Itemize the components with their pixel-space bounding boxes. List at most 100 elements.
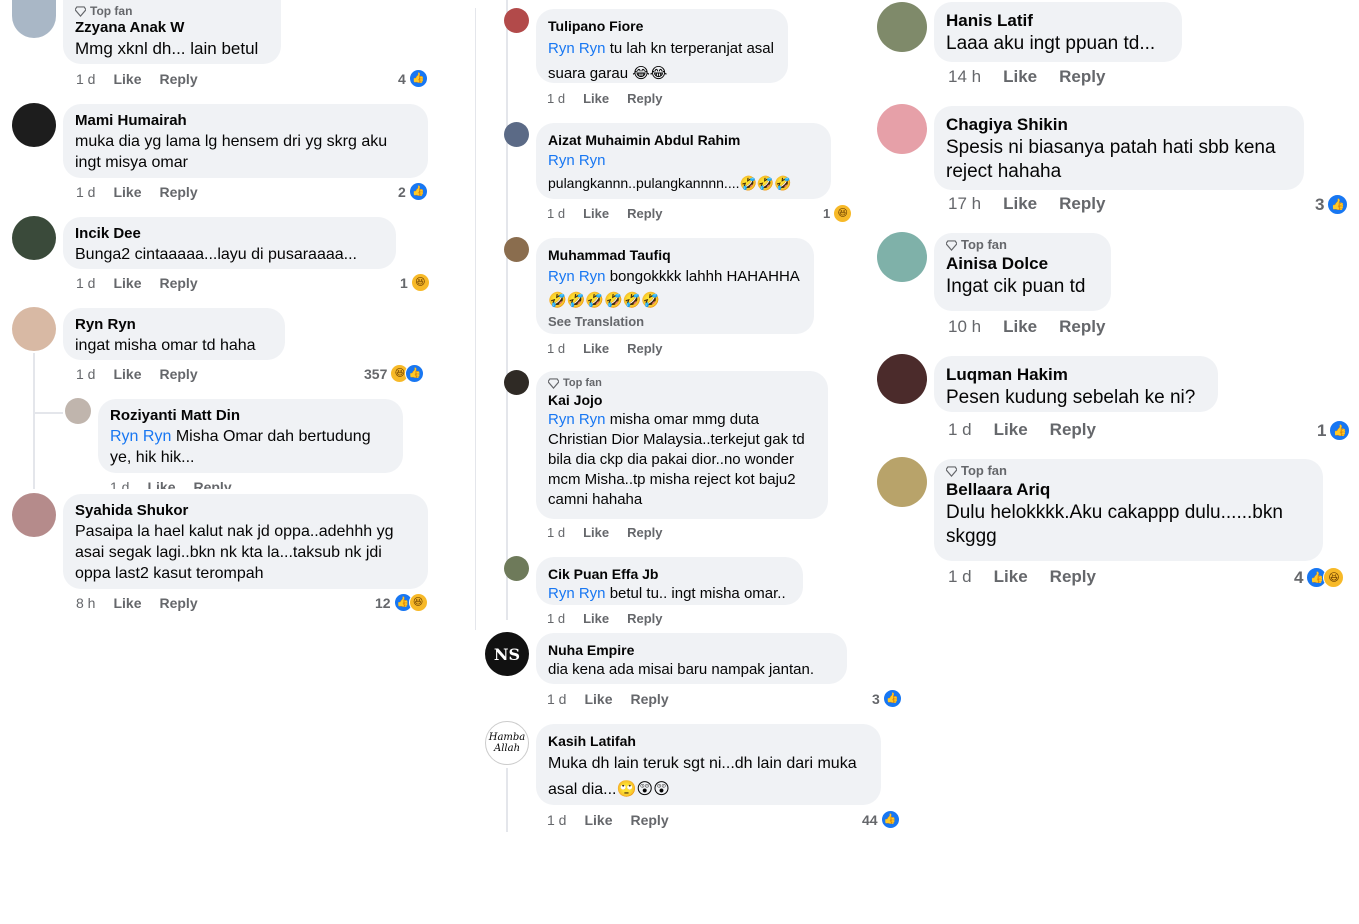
avatar[interactable]: NS [485, 632, 529, 676]
commenter-name[interactable]: Chagiya Shikin [946, 113, 1292, 136]
avatar[interactable] [12, 307, 56, 351]
like-button[interactable]: Like [583, 205, 609, 223]
like-button[interactable]: Like [583, 610, 609, 628]
like-button[interactable]: Like [583, 340, 609, 358]
like-button[interactable]: Like [583, 90, 609, 108]
timestamp[interactable]: 1 d [76, 183, 95, 201]
avatar[interactable] [877, 2, 927, 52]
like-button[interactable]: Like [113, 183, 141, 201]
like-button[interactable]: Like [113, 594, 141, 612]
reaction-count[interactable]: 2 👍 [398, 182, 428, 201]
avatar[interactable] [12, 103, 56, 147]
avatar[interactable] [504, 237, 529, 262]
mention-link[interactable]: Ryn Ryn [548, 40, 606, 57]
timestamp[interactable]: 1 d [547, 811, 566, 829]
like-button[interactable]: Like [1003, 68, 1037, 86]
timestamp[interactable]: 1 d [547, 340, 565, 358]
like-button[interactable]: Like [113, 70, 141, 88]
commenter-name[interactable]: Zzyana Anak W [75, 18, 269, 38]
timestamp[interactable]: 1 d [547, 205, 565, 223]
avatar[interactable] [12, 0, 56, 38]
like-button[interactable]: Like [113, 365, 141, 383]
reply-button[interactable]: Reply [627, 205, 662, 223]
reply-button[interactable]: Reply [630, 690, 668, 708]
commenter-name[interactable]: Syahida Shukor [75, 501, 416, 521]
mention-link[interactable]: Ryn Ryn [548, 150, 819, 171]
like-button[interactable]: Like [1003, 318, 1037, 336]
see-translation-link[interactable]: See Translation [548, 313, 802, 331]
avatar[interactable] [877, 232, 927, 282]
reaction-count[interactable]: 4 👍 [398, 69, 428, 88]
reply-button[interactable]: Reply [159, 274, 197, 292]
timestamp[interactable]: 1 d [948, 421, 972, 439]
commenter-name[interactable]: Incik Dee [75, 224, 384, 244]
avatar[interactable] [65, 398, 91, 424]
timestamp[interactable]: 10 h [948, 318, 981, 336]
avatar[interactable] [504, 370, 529, 395]
reply-button[interactable]: Reply [1050, 421, 1096, 439]
avatar[interactable] [12, 493, 56, 537]
reply-button[interactable]: Reply [1059, 318, 1105, 336]
reaction-count[interactable]: 1 😆 [400, 273, 430, 292]
timestamp[interactable]: 1 d [547, 610, 565, 628]
reaction-count[interactable]: 357 😆 👍 [364, 364, 425, 383]
reply-button[interactable]: Reply [627, 340, 662, 358]
mention-link[interactable]: Ryn Ryn [110, 428, 171, 445]
commenter-name[interactable]: Kai Jojo [548, 390, 816, 410]
reaction-count[interactable]: 12 👍 😆 [375, 593, 428, 612]
commenter-name[interactable]: Muhammad Taufiq [548, 245, 802, 265]
commenter-name[interactable]: Luqman Hakim [946, 363, 1206, 386]
commenter-name[interactable]: Hanis Latif [946, 9, 1170, 32]
reaction-count[interactable]: 3 👍 [1315, 194, 1349, 215]
commenter-name[interactable]: Kasih Latifah [548, 731, 869, 751]
reaction-count[interactable]: 4 👍 😆 [1294, 567, 1345, 588]
reply-button[interactable]: Reply [159, 70, 197, 88]
avatar[interactable] [877, 104, 927, 154]
reply-button[interactable]: Reply [159, 183, 197, 201]
mention-link[interactable]: Ryn Ryn [548, 411, 606, 428]
commenter-name[interactable]: Ainisa Dolce [946, 252, 1099, 275]
avatar[interactable] [12, 216, 56, 260]
timestamp[interactable]: 1 d [547, 90, 565, 108]
like-button[interactable]: Like [994, 421, 1028, 439]
commenter-name[interactable]: Nuha Empire [548, 640, 835, 660]
reply-button[interactable]: Reply [159, 365, 197, 383]
reply-button[interactable]: Reply [1059, 195, 1105, 213]
commenter-name[interactable]: Tulipano Fiore [548, 16, 776, 36]
avatar[interactable] [877, 457, 927, 507]
avatar[interactable]: Hamba Allah [485, 721, 529, 765]
timestamp[interactable]: 1 d [948, 568, 972, 586]
reply-button[interactable]: Reply [627, 90, 662, 108]
reaction-count[interactable]: 1 😆 [823, 204, 853, 223]
reply-button[interactable]: Reply [630, 811, 668, 829]
avatar[interactable] [504, 556, 529, 581]
commenter-name[interactable]: Ryn Ryn [75, 315, 273, 335]
like-button[interactable]: Like [583, 524, 609, 542]
reply-button[interactable]: Reply [1059, 68, 1105, 86]
timestamp[interactable]: 14 h [948, 68, 981, 86]
timestamp[interactable]: 1 d [110, 478, 129, 489]
like-button[interactable]: Like [1003, 195, 1037, 213]
commenter-name[interactable]: Cik Puan Effa Jb [548, 564, 791, 584]
timestamp[interactable]: 17 h [948, 195, 981, 213]
timestamp[interactable]: 8 h [76, 594, 95, 612]
timestamp[interactable]: 1 d [547, 524, 565, 542]
reply-button[interactable]: Reply [1050, 568, 1096, 586]
mention-link[interactable]: Ryn Ryn [548, 268, 606, 285]
like-button[interactable]: Like [584, 690, 612, 708]
like-button[interactable]: Like [113, 274, 141, 292]
avatar[interactable] [877, 354, 927, 404]
like-button[interactable]: Like [994, 568, 1028, 586]
timestamp[interactable]: 1 d [547, 690, 566, 708]
commenter-name[interactable]: Roziyanti Matt Din [110, 406, 391, 426]
timestamp[interactable]: 1 d [76, 365, 95, 383]
reply-button[interactable]: Reply [193, 478, 231, 489]
timestamp[interactable]: 1 d [76, 70, 95, 88]
reply-button[interactable]: Reply [159, 594, 197, 612]
avatar[interactable] [504, 122, 529, 147]
reply-button[interactable]: Reply [627, 610, 662, 628]
like-button[interactable]: Like [584, 811, 612, 829]
commenter-name[interactable]: Bellaara Ariq [946, 478, 1311, 501]
reply-button[interactable]: Reply [627, 524, 662, 542]
reaction-count[interactable]: 1 👍 [1317, 420, 1351, 441]
